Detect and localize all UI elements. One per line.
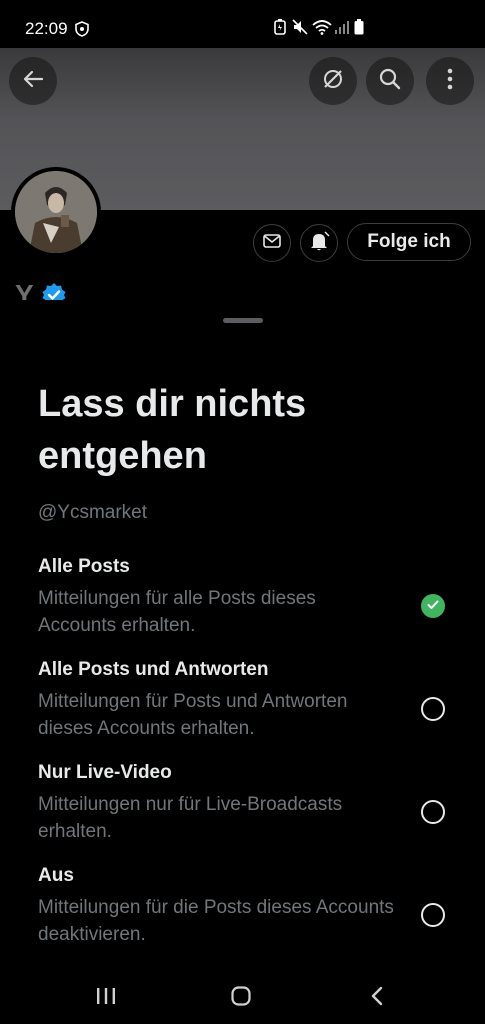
sheet-title: Lass dir nichts entgehen bbox=[38, 383, 307, 477]
system-back-button[interactable] bbox=[370, 986, 384, 1011]
mute-icon bbox=[292, 19, 308, 40]
option-alle-posts[interactable]: Alle Posts Mitteilungen für alle Posts d… bbox=[38, 555, 458, 639]
more-options-button[interactable] bbox=[426, 57, 474, 105]
recent-apps-button[interactable] bbox=[96, 987, 116, 1010]
status-time: 22:09 bbox=[25, 19, 68, 38]
home-icon bbox=[231, 986, 251, 1010]
envelope-icon bbox=[263, 233, 281, 253]
grok-button[interactable] bbox=[309, 57, 357, 105]
option-title: Aus bbox=[38, 865, 74, 886]
option-description: Mitteilungen nur für Live-Broadcasts erh… bbox=[38, 794, 343, 842]
bell-icon bbox=[308, 230, 330, 257]
search-icon bbox=[378, 67, 402, 96]
status-bar: 22:09 bbox=[0, 0, 485, 48]
message-button[interactable] bbox=[253, 224, 291, 262]
battery-icon bbox=[354, 19, 364, 40]
radio-aus[interactable] bbox=[421, 903, 445, 927]
option-aus[interactable]: Aus Mitteilungen für die Posts dieses Ac… bbox=[38, 864, 458, 948]
avatar[interactable] bbox=[11, 167, 101, 257]
option-title: Nur Live-Video bbox=[38, 762, 172, 783]
sheet-drag-handle[interactable] bbox=[223, 318, 263, 323]
option-alle-posts-und-antworten[interactable]: Alle Posts und Antworten Mitteilungen fü… bbox=[38, 658, 458, 742]
shield-icon bbox=[75, 21, 89, 42]
signal-icon bbox=[334, 19, 350, 40]
radio-alle-posts[interactable] bbox=[421, 594, 445, 618]
account-handle: @Ycsmarket bbox=[38, 502, 148, 523]
option-title: Alle Posts und Antworten bbox=[38, 659, 269, 680]
option-description: Mitteilungen für die Posts dieses Accoun… bbox=[38, 897, 394, 945]
chevron-left-icon bbox=[370, 986, 384, 1010]
arrow-left-icon bbox=[22, 68, 44, 95]
avatar-image bbox=[15, 171, 97, 253]
option-nur-live-video[interactable]: Nur Live-Video Mitteilungen nur für Live… bbox=[38, 761, 458, 845]
option-description: Mitteilungen für Posts und Antworten die… bbox=[38, 691, 348, 739]
back-button[interactable] bbox=[9, 57, 57, 105]
wifi-icon bbox=[312, 19, 332, 40]
battery-saver-icon bbox=[274, 19, 286, 40]
checkmark-icon bbox=[427, 597, 439, 615]
notifications-button[interactable] bbox=[300, 224, 338, 262]
home-button[interactable] bbox=[231, 986, 251, 1011]
radio-nur-live-video[interactable] bbox=[421, 800, 445, 824]
search-button[interactable] bbox=[366, 57, 414, 105]
system-navigation-bar bbox=[0, 965, 485, 1024]
option-title: Alle Posts bbox=[38, 556, 130, 577]
following-button[interactable]: Folge ich bbox=[347, 223, 471, 261]
more-vertical-icon bbox=[447, 68, 453, 95]
recent-apps-icon bbox=[96, 988, 116, 1009]
option-description: Mitteilungen für alle Posts dieses Accou… bbox=[38, 588, 316, 636]
radio-alle-posts-und-antworten[interactable] bbox=[421, 697, 445, 721]
grok-icon bbox=[321, 67, 345, 96]
